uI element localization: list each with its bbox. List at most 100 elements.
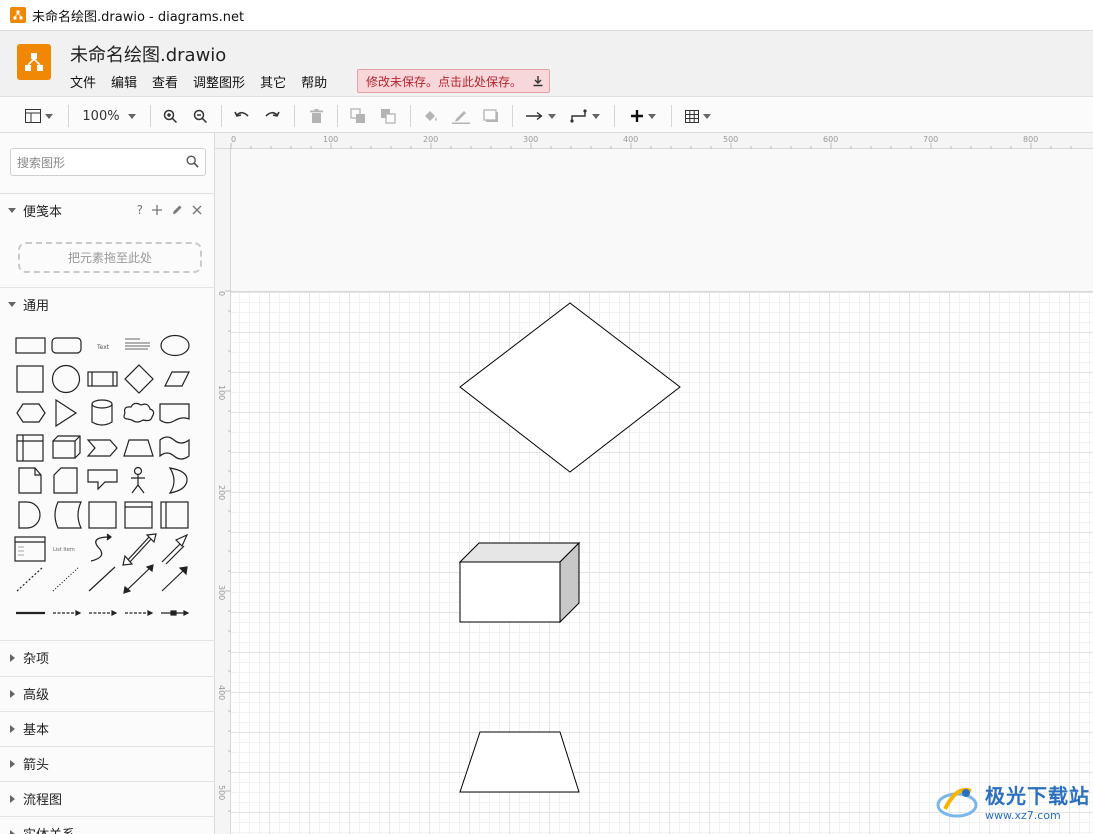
expand-icon bbox=[10, 724, 15, 733]
menu-arrange[interactable]: 调整图形 bbox=[193, 72, 245, 91]
to-front-button[interactable] bbox=[348, 106, 368, 126]
square-shape[interactable] bbox=[16, 365, 44, 393]
cube-shape[interactable] bbox=[52, 435, 81, 459]
shape-search-input[interactable]: 搜索图形 bbox=[10, 148, 206, 176]
container-shape[interactable] bbox=[88, 501, 117, 529]
line-shape[interactable] bbox=[88, 566, 116, 592]
swimlane-shape[interactable] bbox=[124, 501, 153, 529]
table-button[interactable] bbox=[681, 106, 715, 126]
add-icon[interactable] bbox=[152, 205, 162, 215]
internal-storage-shape[interactable] bbox=[16, 434, 44, 462]
vertical-swimlane-shape[interactable] bbox=[160, 501, 189, 529]
zoom-out-button[interactable] bbox=[190, 106, 210, 126]
diagram-canvas[interactable] bbox=[231, 149, 1093, 834]
watermark-logo-icon bbox=[936, 787, 978, 818]
menu-extras[interactable]: 其它 bbox=[260, 72, 286, 91]
scratchpad-section-header[interactable]: 便笺本 ? bbox=[0, 193, 214, 227]
unsaved-changes-button[interactable]: 修改未保存。点击此处保存。 bbox=[357, 69, 550, 93]
close-icon[interactable] bbox=[192, 205, 202, 215]
menu-view[interactable]: 查看 bbox=[152, 72, 178, 91]
format-panel-toggle-button[interactable] bbox=[22, 106, 56, 126]
triangle-shape[interactable] bbox=[55, 398, 78, 428]
parallelogram-shape[interactable] bbox=[164, 371, 190, 387]
cube-shape-on-canvas[interactable] bbox=[458, 541, 581, 624]
line-color-button[interactable] bbox=[451, 106, 471, 126]
trapezoid-shape-on-canvas[interactable] bbox=[459, 731, 580, 793]
redo-button[interactable] bbox=[262, 106, 282, 126]
hexagon-shape[interactable] bbox=[16, 403, 46, 423]
or-shape[interactable] bbox=[168, 467, 188, 494]
note-shape[interactable] bbox=[18, 467, 42, 494]
window-title: 未命名绘图.drawio - diagrams.net bbox=[32, 9, 245, 25]
insert-button[interactable] bbox=[626, 106, 660, 126]
ruler-tick-label: 300 bbox=[523, 135, 539, 144]
diamond-shape-on-canvas[interactable] bbox=[459, 302, 681, 473]
data-storage-shape[interactable] bbox=[54, 501, 82, 529]
card-shape[interactable] bbox=[53, 467, 78, 494]
text-shape[interactable]: Text bbox=[96, 344, 110, 351]
document-shape[interactable] bbox=[159, 403, 190, 424]
sidebar-section-flowchart[interactable]: 流程图 bbox=[0, 781, 214, 815]
textbox-shape[interactable] bbox=[125, 338, 150, 350]
edit-pencil-icon[interactable] bbox=[171, 204, 183, 216]
sidebar-section-misc[interactable]: 杂项 bbox=[0, 640, 214, 674]
tape-shape[interactable] bbox=[159, 436, 190, 460]
diamond-shape[interactable] bbox=[124, 364, 154, 394]
rectangle-shape[interactable] bbox=[15, 337, 46, 354]
connector-with-label-shape[interactable] bbox=[53, 610, 82, 616]
shadow-button[interactable] bbox=[481, 106, 501, 126]
section-label: 箭头 bbox=[23, 758, 50, 773]
directional-connector-shape[interactable] bbox=[161, 566, 188, 592]
step-shape[interactable] bbox=[86, 439, 118, 457]
general-section-header[interactable]: 通用 bbox=[0, 287, 214, 321]
waypoints-button[interactable] bbox=[568, 106, 602, 126]
circle-shape[interactable] bbox=[51, 364, 81, 394]
dashed-line-shape[interactable] bbox=[16, 566, 44, 592]
ruler-tick-label: 800 bbox=[1023, 135, 1039, 144]
cylinder-shape[interactable] bbox=[91, 399, 113, 426]
sidebar-section-arrows[interactable]: 箭头 bbox=[0, 746, 214, 780]
ruler-tick-label: 400 bbox=[217, 685, 226, 701]
undo-button[interactable] bbox=[232, 106, 252, 126]
sidebar-section-advanced[interactable]: 高级 bbox=[0, 676, 214, 710]
callout-shape[interactable] bbox=[87, 469, 118, 491]
sidebar-section-entity-relation[interactable]: 实体关系 bbox=[0, 816, 214, 834]
actor-shape[interactable] bbox=[131, 466, 145, 494]
list-shape[interactable] bbox=[14, 536, 46, 562]
arrow-right-icon bbox=[526, 111, 543, 121]
menu-edit[interactable]: 编辑 bbox=[111, 72, 137, 91]
app-header: 未命名绘图.drawio 文件 编辑 查看 调整图形 其它 帮助 修改未保存。点… bbox=[0, 31, 1093, 96]
document-filename[interactable]: 未命名绘图.drawio bbox=[70, 41, 226, 67]
arrow-shape[interactable] bbox=[161, 533, 189, 565]
connector-2-labels-shape[interactable] bbox=[89, 610, 118, 616]
list-item-shape[interactable]: List Item bbox=[53, 547, 75, 553]
ellipse-shape[interactable] bbox=[160, 334, 190, 357]
delete-button[interactable] bbox=[306, 106, 326, 126]
redo-icon bbox=[265, 111, 280, 117]
zoom-in-button[interactable] bbox=[160, 106, 180, 126]
menu-file[interactable]: 文件 bbox=[70, 72, 96, 91]
delay-shape[interactable] bbox=[18, 501, 41, 529]
connector-3-labels-shape[interactable] bbox=[125, 610, 154, 616]
watermark-url: www.xz7.com bbox=[985, 809, 1061, 822]
trapezoid-shape[interactable] bbox=[123, 439, 154, 457]
connector-with-symbol-shape[interactable] bbox=[161, 610, 190, 616]
dotted-line-shape[interactable] bbox=[52, 566, 80, 592]
menu-help[interactable]: 帮助 bbox=[301, 72, 327, 91]
scratchpad-dropzone[interactable]: 把元素拖至此处 bbox=[18, 242, 202, 273]
svg-text:Text: Text bbox=[96, 344, 110, 351]
connection-style-button[interactable] bbox=[524, 106, 558, 126]
fill-color-button[interactable] bbox=[421, 106, 441, 126]
to-back-button[interactable] bbox=[378, 106, 398, 126]
rounded-rectangle-shape[interactable] bbox=[51, 337, 82, 354]
bidirectional-arrow-shape[interactable] bbox=[122, 533, 157, 566]
orthogonal-connector-icon bbox=[570, 109, 587, 123]
cloud-shape[interactable] bbox=[123, 402, 155, 423]
bidirectional-connector-shape[interactable] bbox=[123, 564, 154, 594]
zoom-dropdown[interactable]: 100% bbox=[80, 106, 138, 126]
help-icon[interactable]: ? bbox=[137, 203, 143, 217]
process-shape[interactable] bbox=[87, 371, 118, 387]
curve-shape[interactable] bbox=[90, 533, 112, 562]
search-icon[interactable] bbox=[186, 155, 199, 168]
sidebar-section-basic[interactable]: 基本 bbox=[0, 711, 214, 745]
